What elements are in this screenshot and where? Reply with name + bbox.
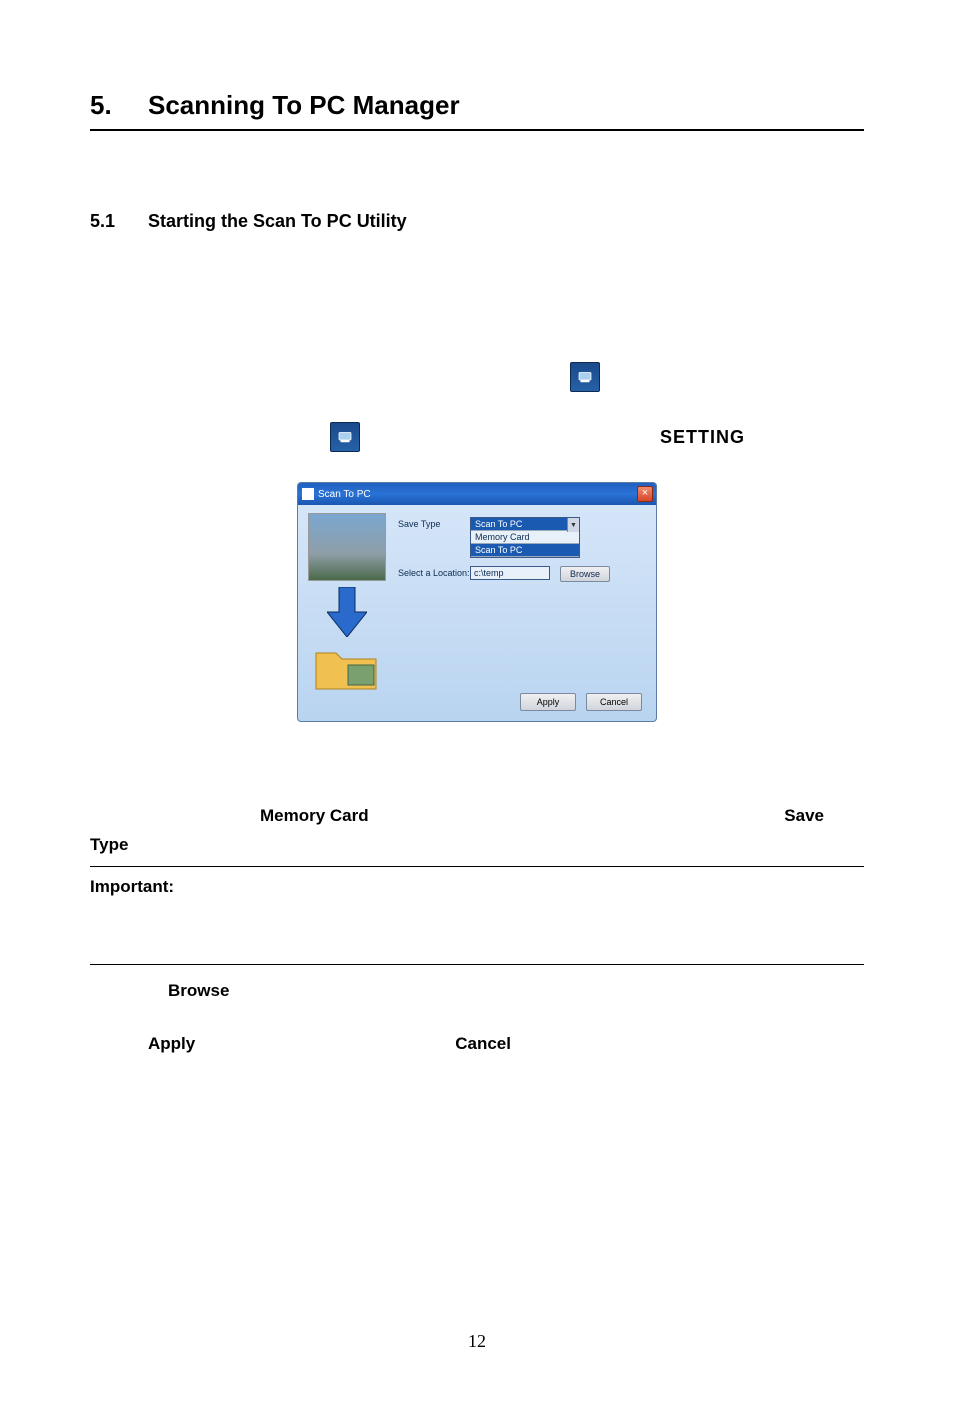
dialog-preview-column xyxy=(308,513,386,713)
apply-cancel-line: Apply Cancel xyxy=(90,1030,864,1059)
apply-text: Apply xyxy=(148,1030,195,1059)
page-number: 12 xyxy=(0,1331,954,1352)
subsection-title: Starting the Scan To PC Utility xyxy=(148,211,407,231)
section-heading: 5.Scanning To PC Manager xyxy=(90,90,864,131)
type-text: Type xyxy=(90,831,864,860)
save-type-row: Save Type ▼ Scan To PC Memory Card Scan … xyxy=(398,517,646,558)
apply-button[interactable]: Apply xyxy=(520,693,576,711)
location-row: Select a Location: c:\temp Browse xyxy=(398,566,646,582)
arrow-down-icon xyxy=(327,587,367,637)
scanner-icon xyxy=(336,428,354,446)
section-number: 5. xyxy=(90,90,148,121)
location-field[interactable]: c:\temp xyxy=(470,566,550,580)
section-title: Scanning To PC Manager xyxy=(148,90,460,120)
important-label: Important: xyxy=(90,873,864,902)
scanner-icon xyxy=(576,368,594,386)
location-label: Select a Location: xyxy=(398,566,470,578)
tray-icon xyxy=(330,422,360,452)
memory-card-text: Memory Card xyxy=(260,802,369,831)
save-text: Save xyxy=(784,802,824,831)
dialog-form: Save Type ▼ Scan To PC Memory Card Scan … xyxy=(398,517,646,590)
tray-icon xyxy=(570,362,600,392)
dialog-container: Scan To PC × Save Type xyxy=(90,482,864,722)
preview-photo-top xyxy=(308,513,386,581)
divider xyxy=(90,964,864,965)
setting-label: SETTING xyxy=(660,427,745,448)
memory-card-line: Memory Card Save xyxy=(90,802,864,831)
cancel-text: Cancel xyxy=(455,1030,511,1059)
cancel-button[interactable]: Cancel xyxy=(586,693,642,711)
tray-icon-row xyxy=(90,362,864,392)
divider xyxy=(90,866,864,867)
chevron-down-icon[interactable]: ▼ xyxy=(567,518,579,532)
folder-icon xyxy=(312,643,382,693)
dialog-buttons: Apply Cancel xyxy=(520,693,642,711)
subsection-heading: 5.1Starting the Scan To PC Utility xyxy=(90,211,864,232)
browse-button[interactable]: Browse xyxy=(560,566,610,582)
save-type-dropdown[interactable]: ▼ Scan To PC Memory Card Scan To PC xyxy=(470,517,580,558)
subsection-number: 5.1 xyxy=(90,211,148,232)
scan-to-pc-dialog: Scan To PC × Save Type xyxy=(297,482,657,722)
close-icon[interactable]: × xyxy=(637,486,653,502)
body-text-block: Memory Card Save Type Important: Browse … xyxy=(90,802,864,1058)
browse-text: Browse xyxy=(90,977,864,1006)
dialog-icon xyxy=(302,488,314,500)
dialog-titlebar: Scan To PC × xyxy=(298,483,656,505)
dropdown-option[interactable]: Scan To PC xyxy=(471,518,579,531)
save-type-label: Save Type xyxy=(398,517,470,529)
dropdown-option[interactable]: Memory Card xyxy=(471,531,579,544)
dropdown-option[interactable]: Scan To PC xyxy=(471,544,579,557)
setting-row: SETTING xyxy=(90,422,864,452)
dialog-title: Scan To PC xyxy=(318,489,371,500)
dialog-body: Save Type ▼ Scan To PC Memory Card Scan … xyxy=(298,505,656,721)
